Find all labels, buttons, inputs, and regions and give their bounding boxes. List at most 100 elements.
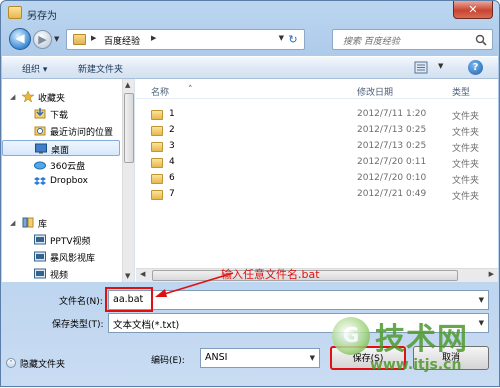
filetype-value: 文本文档(*.txt) — [113, 320, 180, 331]
sidebar-item-downloads[interactable]: 下载 — [2, 106, 122, 122]
column-header-name[interactable]: 名称 — [151, 85, 169, 98]
search-icon[interactable] — [475, 34, 487, 46]
file-type: 文件夹 — [452, 128, 480, 138]
views-icon[interactable] — [414, 61, 428, 74]
hide-folders-toggle[interactable]: 隐藏文件夹 — [20, 357, 65, 370]
file-type: 文件夹 — [452, 176, 480, 186]
sort-indicator-icon: ˄ — [188, 85, 193, 95]
views-dropdown-icon[interactable]: ▼ — [438, 62, 443, 70]
new-folder-button[interactable]: 新建文件夹 — [78, 62, 123, 75]
encoding-label: 编码(E): — [151, 356, 185, 366]
folder-icon — [151, 110, 163, 120]
download-icon — [34, 108, 46, 119]
sidebar-item-label: PPTV视频 — [50, 237, 91, 247]
breadcrumb-current-folder[interactable]: 百度经验 — [104, 34, 140, 47]
file-row[interactable]: 2 2012/7/13 0:25 文件夹 — [136, 123, 498, 139]
sidebar-item-recent-places[interactable]: 最近访问的位置 — [2, 123, 127, 139]
file-row[interactable]: 1 2012/7/11 1:20 文件夹 — [136, 107, 498, 123]
sidebar-item-dropbox[interactable]: Dropbox — [2, 174, 122, 190]
scrollbar-thumb[interactable] — [124, 93, 134, 163]
file-name: 4 — [169, 157, 175, 167]
scroll-left-icon[interactable]: ◀ — [140, 270, 145, 278]
library-icon — [22, 217, 34, 228]
filename-dropdown-icon[interactable]: ▼ — [479, 296, 484, 304]
folder-icon — [151, 174, 163, 184]
watermark: G 技术网 www.itjs.cn — [326, 314, 500, 388]
file-row[interactable]: 6 2012/7/20 0:10 文件夹 — [136, 171, 498, 187]
file-modified: 2012/7/20 0:10 — [357, 173, 427, 183]
search-input[interactable]: 搜索 百度经验 — [332, 29, 493, 50]
sidebar-item-favorites[interactable]: ◢ 收藏夹 — [2, 89, 122, 105]
sidebar-item-baofeng[interactable]: 暴风影视库 — [2, 249, 122, 265]
file-row[interactable]: 4 2012/7/20 0:11 文件夹 — [136, 155, 498, 171]
desktop-icon — [35, 143, 47, 154]
filename-label: 文件名(N): — [59, 297, 103, 307]
close-button[interactable]: ✕ — [453, 1, 493, 19]
column-header-type[interactable]: 类型 — [452, 85, 470, 98]
address-dropdown-icon[interactable]: ▼ — [279, 34, 284, 42]
recent-places-icon — [34, 126, 46, 136]
file-modified: 2012/7/13 0:25 — [357, 141, 427, 151]
sidebar-scrollbar[interactable]: ▲ ▼ — [122, 79, 134, 282]
sidebar-item-pptv[interactable]: PPTV视频 — [2, 232, 122, 248]
encoding-select[interactable]: ANSI ▼ — [200, 348, 320, 368]
scroll-up-icon[interactable]: ▲ — [125, 81, 130, 89]
breadcrumb-arrow-icon[interactable]: ▶ — [151, 34, 156, 42]
file-name: 7 — [169, 189, 175, 199]
file-type: 文件夹 — [452, 112, 480, 122]
expander-icon[interactable]: ◢ — [10, 219, 15, 227]
file-row[interactable]: 7 2012/7/21 0:49 文件夹 — [136, 187, 498, 203]
dropbox-icon — [34, 177, 46, 185]
sidebar-item-label: 库 — [38, 220, 48, 230]
recent-locations-dropdown-icon[interactable]: ▼ — [54, 35, 62, 43]
file-name: 1 — [169, 109, 175, 119]
window-title: 另存为 — [27, 11, 57, 22]
file-name: 6 — [169, 173, 175, 183]
folder-icon — [73, 34, 86, 45]
sidebar-item-360-cloud[interactable]: 360云盘 — [2, 157, 122, 173]
scroll-right-icon[interactable]: ▶ — [489, 270, 494, 278]
refresh-icon[interactable]: ↻ — [285, 32, 301, 48]
address-bar[interactable]: ▶ 百度经验 ▶ ▼ ↻ — [66, 29, 305, 50]
file-modified: 2012/7/11 1:20 — [357, 109, 427, 119]
organize-menu-button[interactable]: 组织 ▾ — [22, 62, 47, 75]
highlight-box — [105, 287, 153, 312]
file-type: 文件夹 — [452, 160, 480, 170]
file-name: 2 — [169, 125, 175, 135]
video-icon — [34, 234, 46, 245]
sidebar-item-label: 下载 — [50, 111, 69, 121]
watermark-logo: G — [332, 317, 370, 355]
sidebar-item-desktop[interactable]: 桌面 — [2, 140, 120, 156]
column-header-modified[interactable]: 修改日期 — [357, 85, 393, 98]
sidebar-item-label: 桌面 — [51, 146, 70, 156]
navigation-pane: ◢ 收藏夹 下载 最近访问的位置 桌面 360云盘 Dropbox ◢ 库 PP… — [2, 79, 135, 282]
file-list: ˄ 名称 修改日期 类型 1 2012/7/11 1:20 文件夹 2 2012… — [136, 79, 498, 282]
file-type: 文件夹 — [452, 144, 480, 154]
file-row[interactable]: 3 2012/7/13 0:25 文件夹 — [136, 139, 498, 155]
file-modified: 2012/7/13 0:25 — [357, 125, 427, 135]
scroll-down-icon[interactable]: ▼ — [125, 272, 130, 280]
sidebar-item-libraries[interactable]: ◢ 库 — [2, 215, 122, 231]
sidebar-item-label: 360云盘 — [50, 162, 86, 172]
folder-icon — [151, 126, 163, 136]
file-list-header: ˄ 名称 修改日期 类型 — [136, 81, 498, 99]
collapse-icon[interactable]: ˄ — [6, 358, 16, 368]
sidebar-item-label: Dropbox — [50, 176, 88, 186]
file-type: 文件夹 — [452, 192, 480, 202]
star-icon — [22, 91, 34, 102]
sidebar-item-label: 暴风影视库 — [50, 254, 96, 264]
forward-button[interactable]: ▶ — [33, 30, 52, 49]
sidebar-item-videos[interactable]: 视频 — [2, 266, 122, 282]
title-bar: 另存为 ✕ — [1, 1, 499, 25]
back-button[interactable]: ◀ — [9, 28, 31, 50]
search-placeholder: 搜索 百度经验 — [343, 37, 400, 47]
breadcrumb-arrow-icon[interactable]: ▶ — [91, 34, 96, 42]
command-toolbar: 组织 ▾ 新建文件夹 ▼ ? — [2, 56, 498, 79]
expander-icon[interactable]: ◢ — [10, 93, 15, 101]
watermark-url: www.itjs.cn — [370, 357, 462, 373]
sidebar-item-label: 视频 — [50, 271, 69, 281]
chevron-down-icon[interactable]: ▼ — [310, 354, 315, 362]
browser-panes: ◢ 收藏夹 下载 最近访问的位置 桌面 360云盘 Dropbox ◢ 库 PP… — [2, 79, 498, 282]
save-as-dialog: 另存为 ✕ ◀ ▶ ▼ ▶ 百度经验 ▶ ▼ ↻ 搜索 百度经验 组织 ▾ 新建… — [0, 0, 500, 387]
help-button[interactable]: ? — [468, 60, 483, 75]
